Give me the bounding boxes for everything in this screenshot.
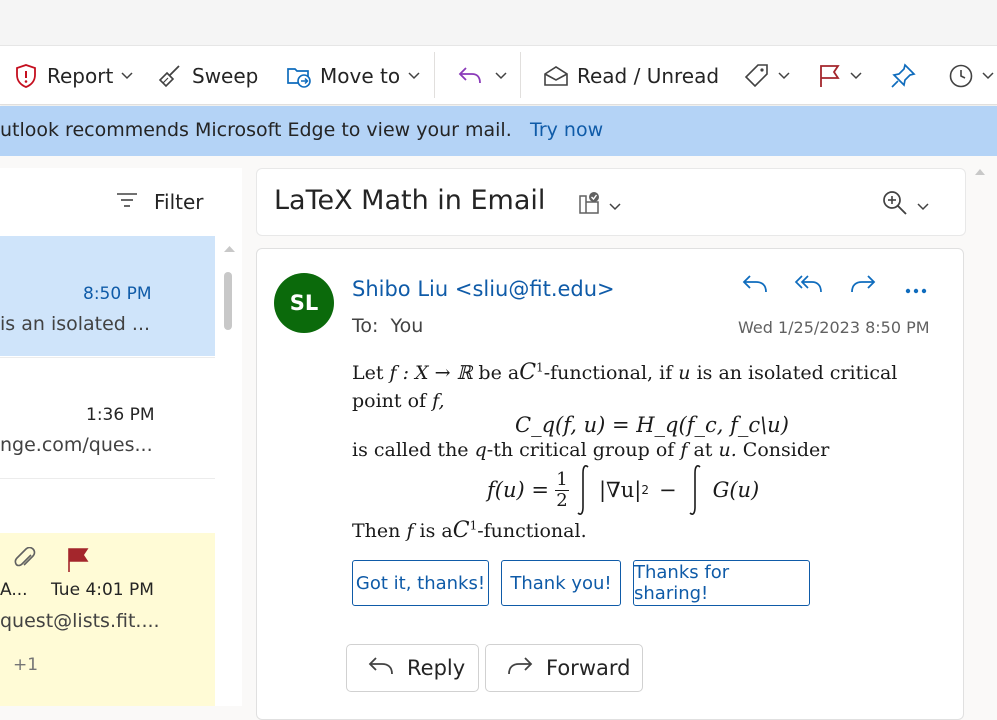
forward-button[interactable]: Forward: [485, 644, 643, 692]
message-sender: A...: [0, 580, 28, 600]
chevron-down-icon[interactable]: [917, 196, 929, 215]
tag-icon: [744, 63, 770, 89]
try-now-link[interactable]: Try now: [530, 119, 603, 141]
message-preview: quest@lists.fit....: [0, 610, 160, 632]
quick-reply-button[interactable]: Thank you!: [501, 560, 621, 606]
paperclip-icon: [14, 546, 38, 577]
sender-name[interactable]: Shibo Liu <sliu@fit.edu>: [352, 277, 615, 301]
zoom-button[interactable]: [881, 189, 929, 221]
message-date: Wed 1/25/2023 8:50 PM: [738, 318, 930, 337]
mailbox-check-icon: [577, 190, 601, 220]
reply-label: Reply: [407, 656, 466, 680]
equation-functional: f(u) = 1 2 |∇u| 2 − G(u): [487, 461, 759, 519]
quick-reply-button[interactable]: Thanks for sharing!: [633, 560, 810, 606]
snooze-button[interactable]: [948, 60, 994, 92]
sweep-label: Sweep: [192, 64, 259, 88]
body-paragraph: Then f is aC1-functional.: [352, 518, 587, 543]
broom-icon: [157, 63, 183, 89]
filter-label: Filter: [154, 190, 204, 214]
filter-button[interactable]: Filter: [116, 190, 204, 214]
recipients-line: To: You: [352, 315, 423, 337]
reading-scrollbar[interactable]: [971, 165, 989, 706]
reply-icon: [367, 654, 395, 683]
pin-icon: [890, 63, 916, 89]
to-label: To:: [352, 315, 379, 337]
chevron-down-icon[interactable]: [982, 72, 994, 80]
list-scrollbar[interactable]: [220, 236, 237, 706]
sweep-button[interactable]: Sweep: [157, 60, 258, 92]
quick-reply-button[interactable]: Got it, thanks!: [352, 560, 489, 606]
integral-sign-icon: [577, 465, 589, 515]
additional-count-badge: +1: [13, 655, 39, 675]
message-preview: nge.com/ques...: [0, 434, 153, 456]
body-paragraph: Let f : X → ℝ be aC1-functional, if u is…: [352, 360, 898, 385]
forward-icon: [506, 654, 534, 683]
chevron-down-icon[interactable]: [408, 72, 420, 80]
flag-icon: [818, 63, 842, 89]
chevron-down-icon[interactable]: [850, 72, 862, 80]
flag-icon[interactable]: [66, 547, 90, 577]
summary-button[interactable]: [577, 190, 621, 220]
filter-icon: [116, 190, 138, 214]
toolbar-divider: [434, 52, 435, 98]
row-divider: [0, 478, 215, 479]
categorize-button[interactable]: [744, 60, 790, 92]
folder-move-icon: [286, 63, 312, 89]
reply-all-icon[interactable]: [794, 272, 824, 300]
email-subject: LaTeX Math in Email: [274, 185, 546, 216]
avatar[interactable]: SL: [274, 273, 334, 333]
chevron-down-icon[interactable]: [778, 72, 790, 80]
banner-message: utlook recommends Microsoft Edge to view…: [0, 119, 512, 141]
envelope-open-icon: [543, 65, 569, 87]
move-to-label: Move to: [320, 64, 401, 88]
app-top-bar: [0, 0, 997, 46]
pin-button[interactable]: [890, 60, 916, 92]
message-time: 1:36 PM: [86, 405, 155, 425]
report-button[interactable]: Report: [14, 60, 133, 92]
chevron-down-icon[interactable]: [495, 72, 507, 80]
shield-alert-icon: [14, 63, 38, 89]
report-label: Report: [47, 64, 114, 88]
message-time: 8:50 PM: [83, 284, 152, 304]
fraction: 1 2: [554, 468, 569, 511]
to-value[interactable]: You: [391, 315, 424, 337]
integral-sign-icon: [688, 465, 701, 515]
forward-icon[interactable]: [849, 272, 877, 300]
toolbar-divider: [520, 52, 521, 98]
reply-icon[interactable]: [741, 272, 769, 300]
more-actions-icon[interactable]: [904, 280, 928, 299]
message-preview: is an isolated ...: [0, 313, 151, 335]
zoom-in-icon: [881, 189, 909, 221]
flag-button[interactable]: [818, 60, 862, 92]
equation-critical-group: C_q(f, u) = H_q(f_c, f_c\u): [515, 413, 789, 437]
message-time: Tue 4:01 PM: [51, 580, 154, 600]
scroll-up-arrow-icon: [224, 246, 235, 252]
clock-icon: [948, 63, 974, 89]
read-unread-label: Read / Unread: [577, 64, 720, 88]
message-list-item[interactable]: A... Tue 4:01 PM quest@lists.fit.... +1: [0, 533, 215, 706]
reply-button[interactable]: Reply: [346, 644, 479, 692]
message-list-item[interactable]: 8:50 PM is an isolated ...: [0, 236, 215, 356]
body-paragraph: is called the q-th critical group of f a…: [352, 439, 830, 461]
message-list-item[interactable]: 1:36 PM nge.com/ques...: [0, 358, 215, 478]
reply-options-button[interactable]: [457, 60, 507, 92]
chevron-down-icon[interactable]: [609, 196, 621, 215]
move-to-button[interactable]: Move to: [286, 60, 420, 92]
chevron-down-icon[interactable]: [121, 72, 133, 80]
read-unread-button[interactable]: Read / Unread: [543, 60, 719, 92]
forward-label: Forward: [546, 656, 631, 680]
body-paragraph: point of f,: [352, 390, 445, 412]
list-scrollbar-thumb[interactable]: [224, 272, 232, 330]
reply-icon: [457, 65, 483, 87]
scroll-up-arrow-icon: [975, 169, 985, 175]
